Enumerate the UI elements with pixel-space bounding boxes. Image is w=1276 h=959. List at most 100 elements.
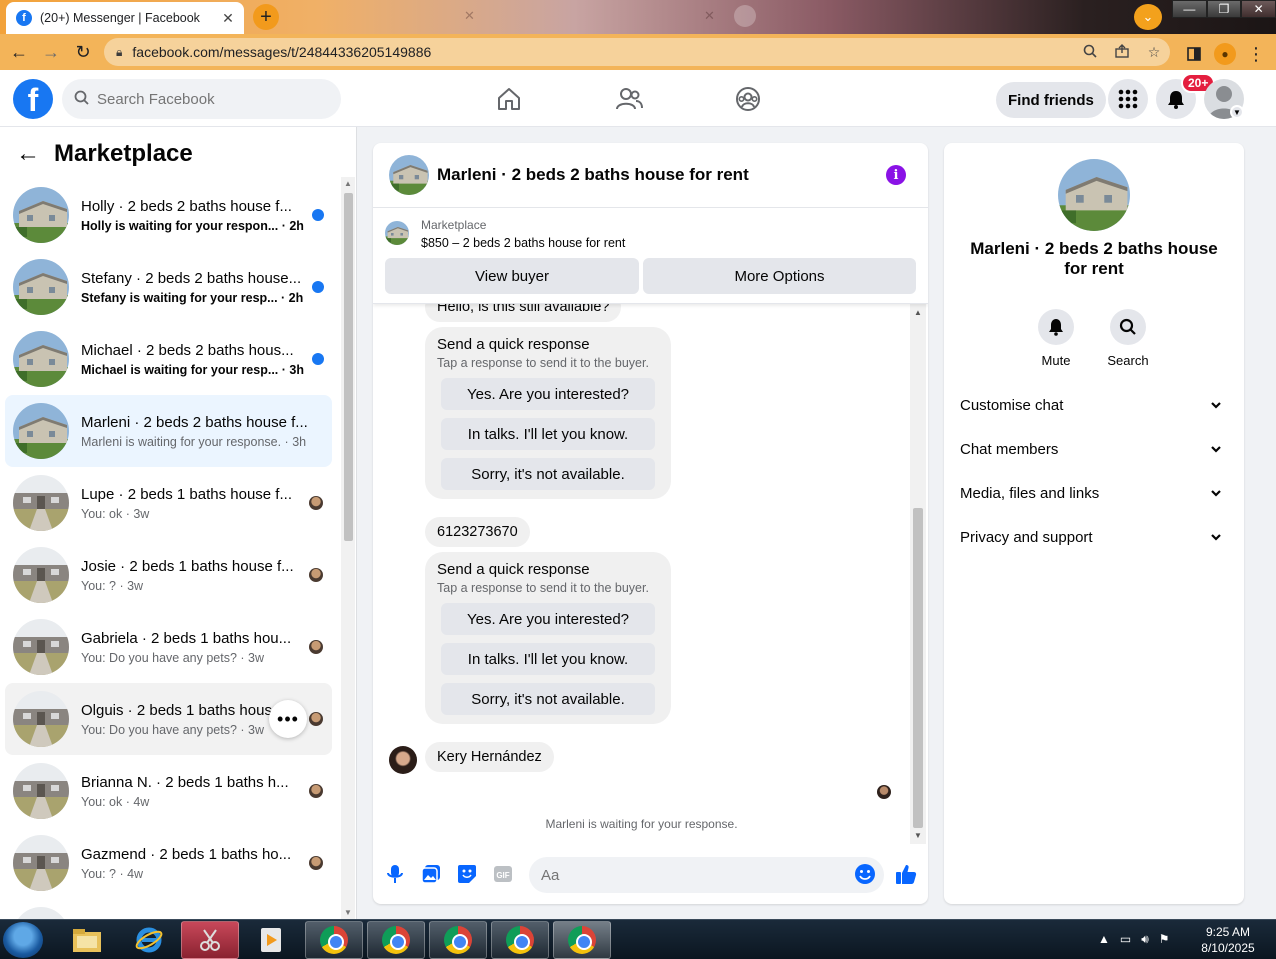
file-explorer-icon[interactable] [58,921,116,959]
scroll-down-icon[interactable]: ▼ [914,831,922,840]
background-tab[interactable] [502,7,692,27]
quick-reply-not-available-button[interactable]: Sorry, it's not available. [441,458,655,490]
conversation-row[interactable]: Josie · 2 beds 1 baths house f... You: ? … [5,539,332,611]
home-icon[interactable] [494,84,524,114]
photo-icon[interactable] [419,862,443,886]
more-options-button[interactable]: More Options [643,258,916,294]
conversation-row[interactable]: Gabriela · 2 beds 1 baths hou... You: Do … [5,611,332,683]
quick-reply-in-talks-button[interactable]: In talks. I'll let you know. [441,418,655,450]
quick-reply-yes-button[interactable]: Yes. Are you interested? [441,378,655,410]
forward-arrow-icon[interactable]: → [35,36,67,68]
thumbs-up-icon[interactable] [894,862,918,886]
tab-search-chevron-icon[interactable]: ⌄ [1134,4,1162,30]
listing-thumbnail[interactable] [385,221,409,245]
find-friends-button[interactable]: Find friends [996,82,1106,118]
taskbar-clock[interactable]: 9:25 AM 8/10/2025 [1198,924,1258,956]
info-row-privacy-and-support[interactable]: Privacy and support [952,515,1236,559]
info-row-chat-members[interactable]: Chat members [952,427,1236,471]
zoom-search-icon[interactable] [1074,44,1106,61]
background-tab-add-icon[interactable] [734,5,756,27]
volume-icon[interactable]: 🔊︎ [1141,932,1149,947]
friends-icon[interactable] [614,84,644,114]
conversation-row[interactable]: Gazmend · 2 beds 1 baths ho... You: ? · 4… [5,827,332,899]
more-options-icon[interactable]: ••• [269,700,307,738]
media-player-icon[interactable] [242,921,300,959]
url-text[interactable]: facebook.com/messages/t/2484433620514988… [132,44,1074,60]
conversation-row[interactable]: Michael · 2 beds 2 baths hous... Michael … [5,323,332,395]
minimize-button[interactable]: — [1172,0,1207,18]
scrollbar-thumb[interactable] [344,193,353,541]
browser-menu-icon[interactable]: ⋮ [1240,38,1272,70]
sender-avatar[interactable] [389,746,417,774]
back-arrow-icon[interactable]: ← [3,36,35,68]
quick-reply-in-talks-button[interactable]: In talks. I'll let you know. [441,643,655,675]
background-tab[interactable] [292,7,442,27]
chrome-window-5-icon[interactable] [553,921,611,959]
chat-title[interactable]: Marleni · 2 beds 2 baths house for rent [437,165,749,185]
gif-icon[interactable]: GIF [491,862,515,886]
browser-profile-icon[interactable]: ● [1214,43,1236,65]
microphone-icon[interactable] [383,862,407,886]
listing-avatar[interactable] [1058,159,1130,231]
info-row-media-files-and-links[interactable]: Media, files and links [952,471,1236,515]
scroll-up-icon[interactable]: ▲ [914,308,922,317]
chrome-window-2-icon[interactable] [367,921,425,959]
back-arrow-icon[interactable]: ← [16,140,40,168]
listing-price[interactable]: $850 – 2 beds 2 baths house for rent [421,236,625,250]
info-icon[interactable]: i [886,165,906,185]
lock-icon[interactable]: 🔒︎ [116,45,122,60]
mute-action[interactable]: Mute [1026,309,1086,368]
emoji-icon[interactable] [854,863,876,890]
menu-grid-icon[interactable] [1108,79,1148,119]
scrollbar-thumb[interactable] [913,508,923,828]
network-icon[interactable]: ▭ [1120,932,1131,947]
window-close-button[interactable]: ✕ [1241,0,1276,18]
share-icon[interactable] [1106,43,1138,61]
chrome-window-4-icon[interactable] [491,921,549,959]
tab-close-icon[interactable]: ✕ [220,10,236,27]
search-icon[interactable] [1110,309,1146,345]
facebook-logo-icon[interactable]: f [13,79,53,119]
scroll-up-icon[interactable]: ▲ [344,179,352,188]
snipping-tool-icon[interactable] [181,921,239,959]
tray-expand-icon[interactable]: ▲ [1098,932,1110,947]
new-tab-button[interactable]: + [253,4,279,30]
action-center-icon[interactable]: ⚑ [1159,932,1170,947]
sidebar-scrollbar[interactable]: ▲ ▼ [341,177,355,919]
background-tab-close-icon[interactable]: ✕ [464,8,475,24]
bookmark-star-icon[interactable]: ☆ [1138,44,1170,61]
chat-listing-thumbnail[interactable] [389,155,429,195]
background-tab-close-icon[interactable]: ✕ [704,8,715,24]
reload-icon[interactable]: ↻ [67,36,99,68]
search-input[interactable] [97,90,317,108]
search-action[interactable]: Search [1098,309,1158,368]
chrome-window-1-icon[interactable] [305,921,363,959]
chrome-window-3-icon[interactable] [429,921,487,959]
address-bar[interactable]: 🔒︎ facebook.com/messages/t/2484433620514… [104,38,1170,66]
conversation-row[interactable]: Lupe · 2 beds 1 baths house f... You: ok … [5,467,332,539]
conversation-row[interactable]: Stefany · 2 beds 2 baths house... Stefany… [5,251,332,323]
quick-reply-yes-button[interactable]: Yes. Are you interested? [441,603,655,635]
conversation-row[interactable]: Holly · 2 beds 2 baths house f... Holly i… [5,179,332,251]
message-input-wrapper[interactable] [529,857,884,893]
internet-explorer-icon[interactable] [120,921,178,959]
conversation-row[interactable]: Olguis · 2 beds 1 baths hous You: Do you … [5,683,332,755]
browser-tab-messenger[interactable]: f (20+) Messenger | Facebook ✕ [6,2,244,34]
chat-scrollbar[interactable]: ▲ ▼ [910,304,926,844]
maximize-button[interactable]: ❐ [1206,0,1242,18]
message-input[interactable] [541,866,841,884]
conversation-row[interactable]: Marleni · 2 beds 2 baths house f... Marle… [5,395,332,467]
conversation-row[interactable]: Tori · 2 beds 1 baths house fore... [5,899,332,919]
conversation-row[interactable]: Brianna N. · 2 beds 1 baths h... You: ok … [5,755,332,827]
account-chevron-down-icon[interactable]: ▼ [1230,105,1244,119]
info-row-customise-chat[interactable]: Customise chat [952,383,1236,427]
facebook-search[interactable] [62,79,341,119]
bell-icon[interactable] [1038,309,1074,345]
start-button[interactable] [3,922,43,958]
groups-icon[interactable] [733,84,763,114]
scroll-down-icon[interactable]: ▼ [344,908,352,917]
quick-reply-not-available-button[interactable]: Sorry, it's not available. [441,683,655,715]
side-panel-icon[interactable] [1178,38,1210,70]
view-buyer-button[interactable]: View buyer [385,258,639,294]
sticker-icon[interactable] [455,862,479,886]
